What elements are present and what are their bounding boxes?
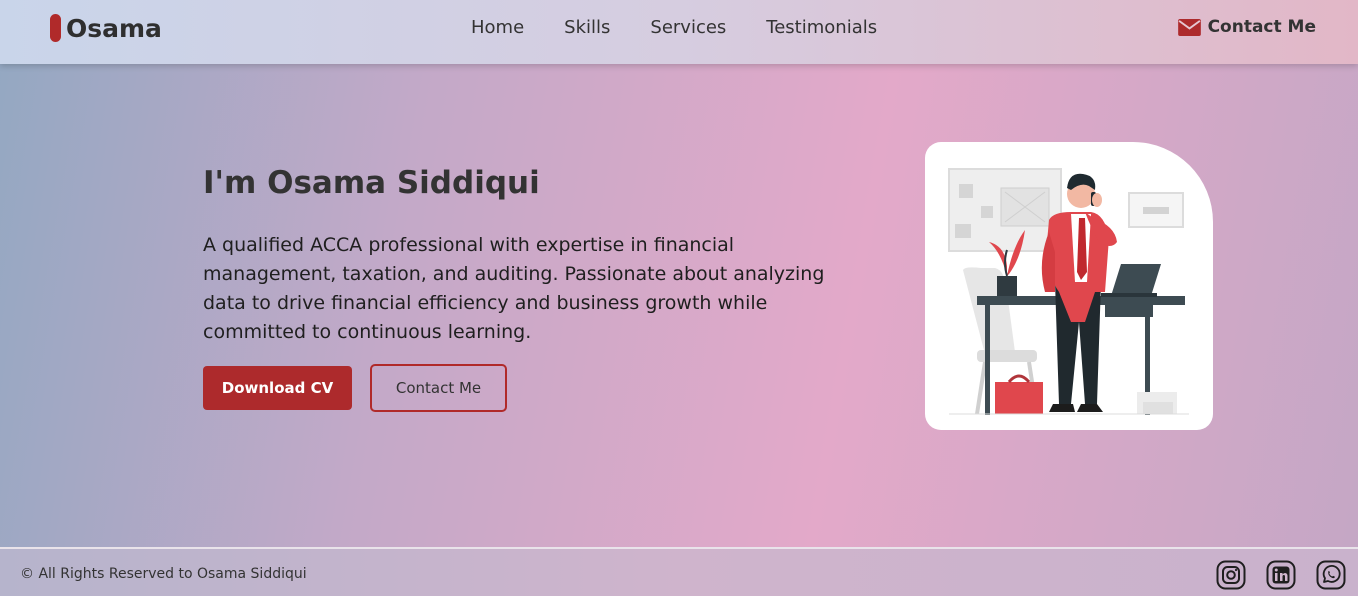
hero-illustration bbox=[925, 142, 1213, 430]
hero-title: I'm Osama Siddiqui bbox=[203, 165, 540, 201]
header-contact-link[interactable]: Contact Me bbox=[1177, 17, 1316, 37]
copyright-text: © All Rights Reserved to Osama Siddiqui bbox=[20, 566, 307, 582]
nav-testimonials[interactable]: Testimonials bbox=[766, 17, 877, 38]
site-header: Osama Home Skills Services Testimonials … bbox=[0, 0, 1358, 64]
logo-text: Osama bbox=[66, 13, 162, 43]
contact-me-button[interactable]: Contact Me bbox=[370, 364, 507, 412]
logo-mark bbox=[50, 14, 61, 42]
nav-home[interactable]: Home bbox=[471, 17, 524, 38]
whatsapp-icon[interactable] bbox=[1316, 560, 1346, 590]
download-cv-button[interactable]: Download CV bbox=[203, 366, 352, 410]
nav-services[interactable]: Services bbox=[650, 17, 726, 38]
instagram-icon[interactable] bbox=[1216, 560, 1246, 590]
main-nav: Home Skills Services Testimonials bbox=[471, 17, 917, 38]
nav-skills[interactable]: Skills bbox=[564, 17, 610, 38]
header-contact-label: Contact Me bbox=[1207, 17, 1316, 37]
linkedin-icon[interactable] bbox=[1266, 560, 1296, 590]
hero-description: A qualified ACCA professional with exper… bbox=[203, 234, 825, 343]
businessman-illustration bbox=[948, 168, 1189, 415]
logo[interactable]: Osama bbox=[50, 12, 162, 44]
site-footer: © All Rights Reserved to Osama Siddiqui bbox=[0, 547, 1358, 596]
envelope-icon bbox=[1177, 18, 1201, 36]
